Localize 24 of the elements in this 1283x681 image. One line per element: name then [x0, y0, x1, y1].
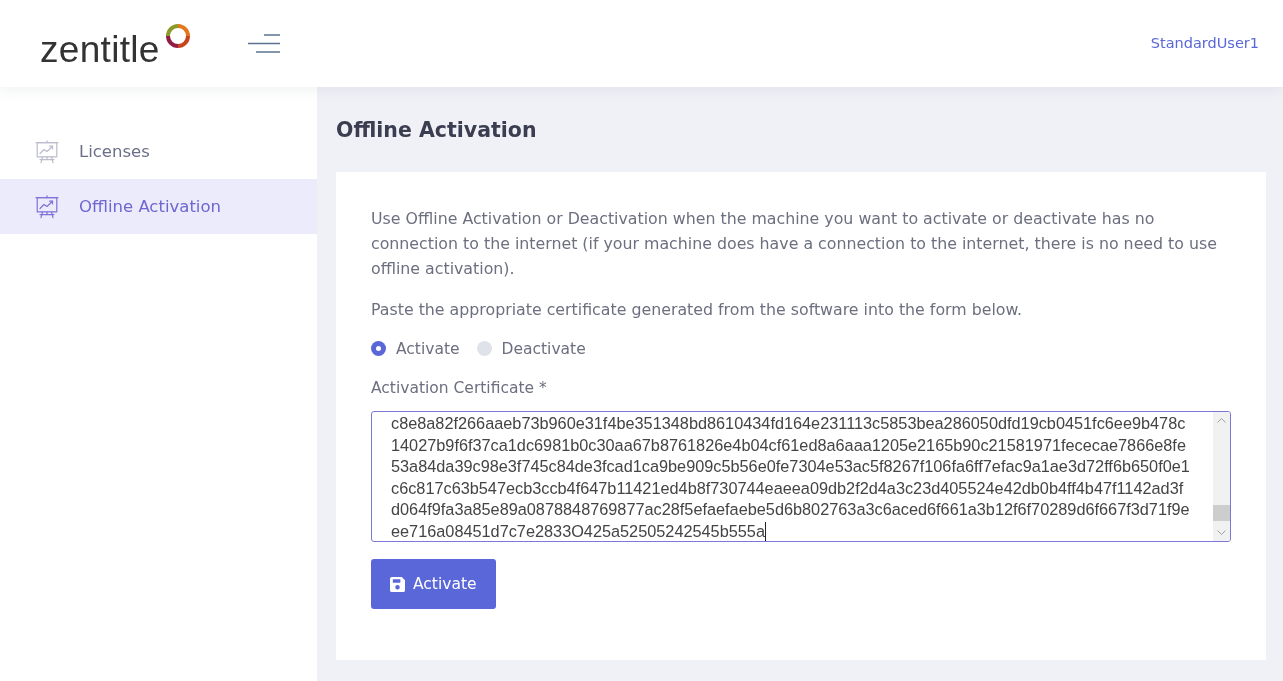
instruction-text: Use Offline Activation or Deactivation when the machine you want to activate or deactivate has no connection to the internet (if your machine does have a connection to the internet, there is no need to use offline activation).: [371, 208, 1218, 280]
instruction-text: Paste the appropriate certificate generated from the software into the form below.: [371, 299, 1023, 321]
text-cursor-icon: [764, 521, 766, 541]
sidebar-item[interactable]: Licenses: [0, 124, 317, 179]
certificate-textarea[interactable]: c8e8a82f266aaeb73b960e31f4be351348bd8610434fd164e231113c5853bea286050dfd19cb0451fc6ee9b478c 14027b9f6f37ca1dc6981b0c30aa67b8761826e4b04cf61ed8a6aaa1205e2165b90c21581971fececae7866e8fe 53a84da39c98e3f745c84de3fcad1ca9be909c5b56e0fe7304e53ac5f8267f106fa6ff7efac9a1ae3d72ff6b650f0e1 c6c817c63b547ecb3ccb4f647b11421ed4b8f730744eaeea09db2f2d4a3c23d405524e42db0b4ff4b47f1142ad3f d064f9fa3a85e89a0878848769877ac28f5efaefaebe5d6b802763a3c6aced6f661a3b12f6f70289d6f667f3d71f9e ee716a08451d7c7e2833O425a52505242545b555a: [371, 411, 1231, 542]
sidebar-item[interactable]: Offline Activation: [0, 179, 317, 234]
scrollbar[interactable]: [1213, 412, 1230, 541]
menu-icon[interactable]: [247, 34, 280, 53]
activate-button[interactable]: Activate: [371, 559, 496, 609]
radio-button[interactable]: [371, 341, 386, 356]
logo-wordmark: zentitle: [40, 31, 160, 68]
user-name-link[interactable]: StandardUser1: [1150, 34, 1259, 52]
chevron-up-icon[interactable]: [1217, 418, 1226, 423]
logo-ring-icon: [163, 22, 192, 50]
chevron-down-icon[interactable]: [1217, 530, 1226, 535]
presentation-chart-icon: [35, 139, 59, 164]
save-icon: [390, 576, 405, 592]
scrollbar-thumb[interactable]: [1213, 505, 1230, 521]
radio-label[interactable]: Deactivate: [501, 339, 586, 358]
radio-button[interactable]: [476, 341, 492, 356]
presentation-chart-icon: [35, 194, 59, 219]
field-label: Activation Certificate *: [371, 378, 548, 399]
page-title: Offline Activation: [336, 117, 538, 144]
radio-label[interactable]: Activate: [396, 339, 460, 358]
